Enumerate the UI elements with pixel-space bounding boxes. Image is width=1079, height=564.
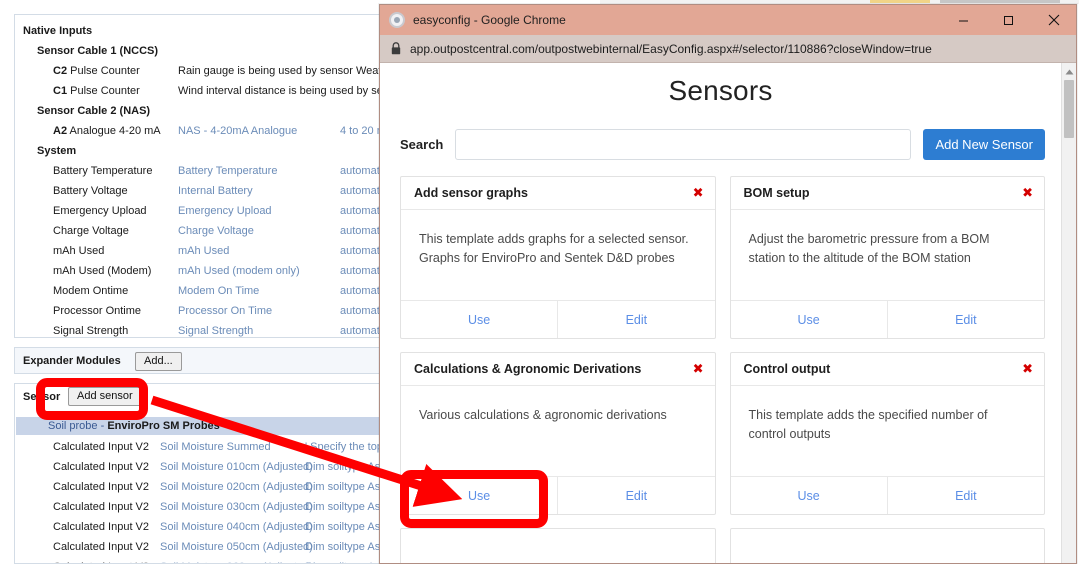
card-edit-button[interactable]: Edit bbox=[887, 301, 1044, 338]
group-header: Sensor Cable 1 (NCCS) bbox=[15, 41, 384, 61]
window-controls bbox=[941, 5, 1076, 35]
sensors-panel-label: Sensor bbox=[23, 391, 60, 403]
sensors-panel: Sensor Add sensor Soil probe - EnviroPro… bbox=[14, 383, 385, 564]
card-close-icon[interactable]: ✖ bbox=[1022, 187, 1033, 200]
chrome-favicon-icon bbox=[389, 12, 405, 28]
chrome-address-bar[interactable]: app.outpostcentral.com/outpostwebinterna… bbox=[380, 35, 1076, 63]
maximize-icon[interactable] bbox=[986, 5, 1031, 35]
card-close-icon[interactable]: ✖ bbox=[1022, 363, 1033, 376]
address-bar-url: app.outpostcentral.com/outpostwebinterna… bbox=[410, 42, 932, 56]
card-use-button[interactable]: Use bbox=[401, 477, 557, 514]
input-row[interactable]: C1 Pulse Counter Wind interval distance … bbox=[15, 81, 384, 101]
chrome-titlebar[interactable]: easyconfig - Google Chrome bbox=[380, 5, 1076, 35]
close-icon[interactable] bbox=[1031, 5, 1076, 35]
group-header: System bbox=[15, 141, 384, 161]
add-sensor-button[interactable]: Add sensor bbox=[68, 387, 142, 406]
lock-icon bbox=[391, 42, 401, 55]
input-row[interactable]: C2 Pulse Counter Rain gauge is being use… bbox=[15, 61, 384, 81]
input-row[interactable]: Battery VoltageInternal Batteryautomatic bbox=[15, 181, 384, 201]
template-card: BOM setup ✖ Adjust the barometric pressu… bbox=[730, 176, 1046, 339]
page-title: Sensors bbox=[380, 75, 1061, 107]
table-row[interactable]: Calculated Input V2Soil Moisture 060cm (… bbox=[15, 557, 384, 563]
template-card: Calculations & Agronomic Derivations ✖ V… bbox=[400, 352, 716, 515]
template-card: Control output ✖ This template adds the … bbox=[730, 352, 1046, 515]
table-row[interactable]: Calculated Input V2Soil Moisture 040cm (… bbox=[15, 517, 384, 537]
table-row[interactable]: Calculated Input V2Soil Moisture Summed'… bbox=[15, 437, 384, 457]
table-row[interactable]: Calculated Input V2Soil Moisture 010cm (… bbox=[15, 457, 384, 477]
input-row[interactable]: Battery TemperatureBattery Temperatureau… bbox=[15, 161, 384, 181]
card-footer: Use Edit bbox=[401, 300, 715, 338]
card-title: BOM setup bbox=[744, 186, 810, 200]
scroll-up-arrow-icon[interactable] bbox=[1062, 65, 1076, 78]
search-label: Search bbox=[400, 137, 443, 152]
input-row[interactable]: Emergency UploadEmergency Uploadautomati… bbox=[15, 201, 384, 221]
search-input[interactable] bbox=[455, 129, 911, 160]
probe-group-band: Soil probe - EnviroPro SM Probes bbox=[16, 417, 383, 435]
card-header: Add sensor graphs ✖ bbox=[401, 177, 715, 210]
input-row[interactable]: A2 Analogue 4-20 mA NAS - 4-20mA Analogu… bbox=[15, 121, 384, 141]
scrollbar-thumb[interactable] bbox=[1064, 80, 1074, 138]
table-row[interactable]: Calculated Input V2Soil Moisture 020cm (… bbox=[15, 477, 384, 497]
chrome-window-title: easyconfig - Google Chrome bbox=[413, 13, 941, 27]
table-row[interactable]: Calculated Input V2Soil Moisture 050cm (… bbox=[15, 537, 384, 557]
background-config-window: Native Inputs Sensor Cable 1 (NCCS) C2 P… bbox=[0, 0, 385, 564]
card-description: Various calculations & agronomic derivat… bbox=[401, 386, 715, 476]
card-use-button[interactable]: Use bbox=[731, 301, 887, 338]
minimize-icon[interactable] bbox=[941, 5, 986, 35]
card-title: Calculations & Agronomic Derivations bbox=[414, 362, 641, 376]
card-edit-button[interactable]: Edit bbox=[557, 301, 714, 338]
card-description: Adjust the barometric pressure from a BO… bbox=[731, 210, 1045, 300]
card-use-button[interactable]: Use bbox=[401, 301, 557, 338]
screenshot-root: Native Inputs Sensor Cable 1 (NCCS) C2 P… bbox=[0, 0, 1079, 564]
chrome-viewport: Sensors Search Add New Sensor Add sensor… bbox=[380, 63, 1076, 563]
expander-modules-panel: Expander Modules Add... bbox=[14, 347, 385, 374]
template-card-grid: Add sensor graphs ✖ This template adds g… bbox=[400, 176, 1045, 563]
group-header: Sensor Cable 2 (NAS) bbox=[15, 101, 384, 121]
native-inputs-panel: Native Inputs Sensor Cable 1 (NCCS) C2 P… bbox=[14, 14, 385, 338]
card-header: Calculations & Agronomic Derivations ✖ bbox=[401, 353, 715, 386]
add-new-sensor-button[interactable]: Add New Sensor bbox=[923, 129, 1045, 160]
input-row[interactable]: mAh Used (Modem)mAh Used (modem only)aut… bbox=[15, 261, 384, 281]
card-header: Control output ✖ bbox=[731, 353, 1045, 386]
chrome-browser-window: easyconfig - Google Chrome app.outpostce… bbox=[379, 4, 1077, 564]
expander-add-button[interactable]: Add... bbox=[135, 352, 182, 371]
card-header: BOM setup ✖ bbox=[731, 177, 1045, 210]
card-description: This template adds the specified number … bbox=[731, 386, 1045, 476]
input-row[interactable]: Charge VoltageCharge Voltageautomatic bbox=[15, 221, 384, 241]
expander-modules-label: Expander Modules bbox=[23, 352, 121, 370]
card-footer: Use Edit bbox=[731, 476, 1045, 514]
template-card-partial bbox=[400, 528, 716, 563]
card-edit-button[interactable]: Edit bbox=[557, 477, 714, 514]
native-inputs-list: Native Inputs Sensor Cable 1 (NCCS) C2 P… bbox=[15, 15, 384, 337]
input-row[interactable]: Processor OntimeProcessor On Timeautomat… bbox=[15, 301, 384, 321]
input-row[interactable]: Signal StrengthSignal Strengthautomatic bbox=[15, 321, 384, 337]
template-card: Add sensor graphs ✖ This template adds g… bbox=[400, 176, 716, 339]
card-footer: Use Edit bbox=[731, 300, 1045, 338]
table-row[interactable]: Calculated Input V2Soil Moisture 030cm (… bbox=[15, 497, 384, 517]
template-card-partial bbox=[730, 528, 1046, 563]
card-close-icon[interactable]: ✖ bbox=[693, 187, 704, 200]
page-content: Sensors Search Add New Sensor Add sensor… bbox=[380, 63, 1061, 563]
card-description: This template adds graphs for a selected… bbox=[401, 210, 715, 300]
native-inputs-title: Native Inputs bbox=[15, 21, 384, 41]
card-use-button[interactable]: Use bbox=[731, 477, 887, 514]
card-close-icon[interactable]: ✖ bbox=[693, 363, 704, 376]
card-footer: Use Edit bbox=[401, 476, 715, 514]
input-row[interactable]: Modem OntimeModem On Timeautomatic bbox=[15, 281, 384, 301]
card-title: Control output bbox=[744, 362, 831, 376]
card-title: Add sensor graphs bbox=[414, 186, 528, 200]
page-scrollbar[interactable] bbox=[1061, 63, 1076, 563]
input-row[interactable]: mAh UsedmAh Usedautomatic bbox=[15, 241, 384, 261]
sensor-rows: Calculated Input V2Soil Moisture Summed'… bbox=[15, 437, 384, 563]
card-edit-button[interactable]: Edit bbox=[887, 477, 1044, 514]
search-row: Search Add New Sensor bbox=[400, 129, 1045, 160]
